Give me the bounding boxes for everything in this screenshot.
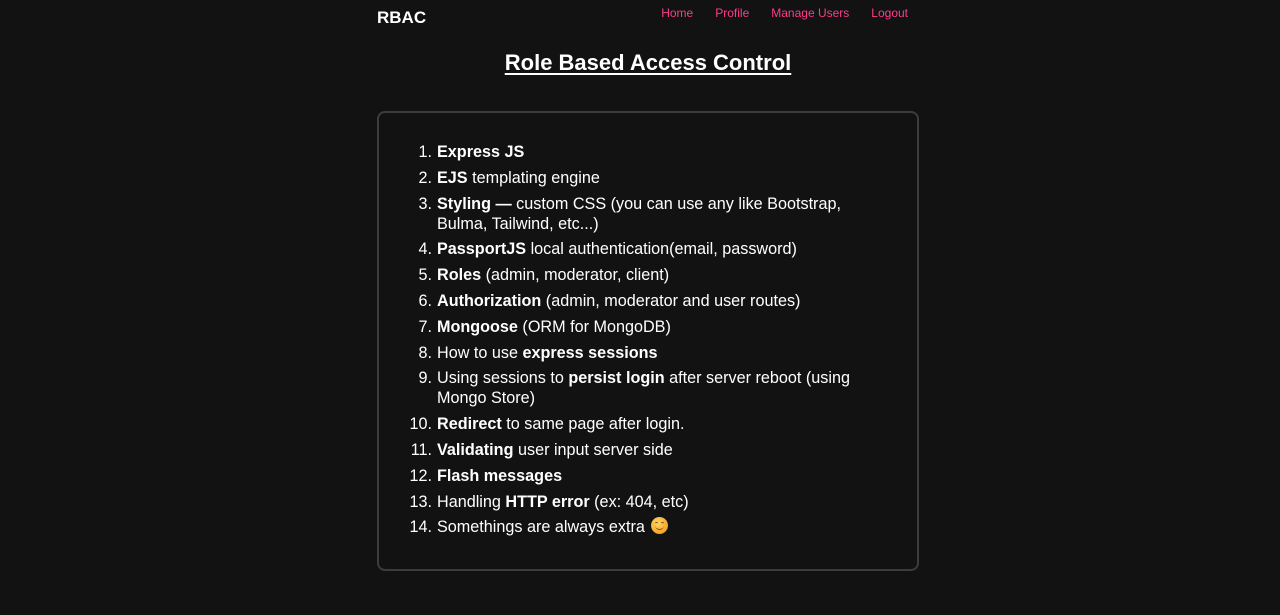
feature-number: 12. (409, 466, 432, 485)
feature-keyword: Validating (437, 440, 514, 459)
nav-link-logout[interactable]: Logout (871, 6, 908, 20)
feature-text: Using sessions to persist login after se… (432, 368, 871, 408)
feature-keyword: Styling — (437, 194, 512, 213)
brand-logo-link[interactable]: RBAC (377, 8, 426, 28)
feature-text: Styling — custom CSS (you can use any li… (432, 194, 871, 234)
feature-number: 8. (418, 343, 432, 362)
feature-description: Somethings are always extra (437, 518, 645, 537)
feature-keyword: PassportJS (437, 240, 527, 259)
feature-number: 10. (409, 415, 432, 434)
feature-number: 14. (409, 518, 432, 537)
feature-text: Somethings are always extra (432, 517, 871, 537)
feature-item: 3. Styling — custom CSS (you can use any … (401, 194, 871, 234)
page-container: RBAC Home Profile Manage Users Logout Ro… (377, 0, 919, 571)
feature-text: Redirect to same page after login. (432, 414, 871, 434)
feature-keyword: express sessions (522, 343, 658, 362)
feature-keyword: Express JS (437, 143, 525, 161)
feature-item: 8. How to use express sessions (401, 343, 871, 363)
feature-number: 5. (418, 266, 432, 285)
feature-keyword: Roles (437, 266, 482, 285)
feature-keyword: EJS (437, 168, 468, 187)
feature-text: Authorization (admin, moderator and user… (432, 291, 871, 311)
feature-description: (admin, moderator, client) (481, 266, 670, 285)
features-card: 1. Express JS 2. EJS templating engine 3. Sty… (377, 111, 919, 571)
feature-number: 9. (418, 369, 432, 388)
feature-description: (ex: 404, etc) (589, 492, 689, 511)
feature-keyword: Flash messages (437, 466, 563, 485)
feature-number: 13. (409, 492, 432, 511)
feature-text: Flash messages (432, 466, 871, 486)
feature-text: Mongoose (ORM for MongoDB) (432, 317, 871, 337)
navbar: RBAC Home Profile Manage Users Logout (377, 0, 917, 36)
feature-number: 11. (410, 440, 432, 459)
nav-links: Home Profile Manage Users Logout (661, 6, 908, 20)
feature-text: How to use express sessions (432, 343, 871, 363)
feature-item: 1. Express JS (401, 142, 871, 162)
feature-description: (ORM for MongoDB) (517, 317, 671, 336)
feature-description: user input server side (513, 440, 673, 459)
feature-number: 7. (418, 317, 432, 336)
feature-number: 6. (418, 291, 432, 310)
feature-keyword: persist login (568, 369, 665, 388)
feature-description: to same page after login. (501, 415, 685, 434)
feature-text: Express JS (432, 142, 871, 162)
nav-link-manage-users[interactable]: Manage Users (771, 6, 849, 20)
feature-item: 12. Flash messages (401, 466, 871, 486)
feature-keyword: HTTP error (505, 492, 590, 511)
feature-description: local authentication(email, password) (526, 240, 797, 259)
features-list: 1. Express JS 2. EJS templating engine 3. Sty… (401, 142, 871, 543)
feature-number: 1. (418, 143, 432, 161)
feature-description: Handling (437, 492, 506, 511)
feature-description: templating engine (467, 168, 600, 187)
nav-link-home[interactable]: Home (661, 6, 693, 20)
feature-keyword: Authorization (437, 291, 542, 310)
feature-text: EJS templating engine (432, 168, 871, 188)
feature-text: PassportJS local authentication(email, p… (432, 239, 871, 259)
feature-item: 13. Handling HTTP error (ex: 404, etc) (401, 492, 871, 512)
feature-keyword: Mongoose (437, 317, 518, 336)
feature-description: (admin, moderator and user routes) (541, 291, 801, 310)
feature-item: 9. Using sessions to persist login after … (401, 368, 871, 408)
feature-item: 6. Authorization (admin, moderator and us… (401, 291, 871, 311)
feature-text: Validating user input server side (432, 440, 871, 460)
feature-item: 4. PassportJS local authentication(email,… (401, 239, 871, 259)
feature-item: 5. Roles (admin, moderator, client) (401, 265, 871, 285)
feature-number: 4. (418, 240, 432, 259)
feature-item: 14. Somethings are always extra (401, 517, 871, 537)
nav-link-profile[interactable]: Profile (715, 6, 749, 20)
feature-number: 2. (418, 168, 432, 187)
smiling-face-emoji-icon (650, 517, 668, 535)
feature-item: 11. Validating user input server side (401, 440, 871, 460)
feature-text: Handling HTTP error (ex: 404, etc) (432, 492, 871, 512)
feature-description: How to use (437, 343, 523, 362)
feature-item: 2. EJS templating engine (401, 168, 871, 188)
feature-text: Roles (admin, moderator, client) (432, 265, 871, 285)
feature-number: 3. (418, 194, 432, 213)
feature-item: 7. Mongoose (ORM for MongoDB) (401, 317, 871, 337)
feature-item: 10. Redirect to same page after login. (401, 414, 871, 434)
page-title: Role Based Access Control (504, 50, 792, 75)
feature-description: Using sessions to (437, 369, 569, 388)
feature-keyword: Redirect (437, 415, 502, 434)
